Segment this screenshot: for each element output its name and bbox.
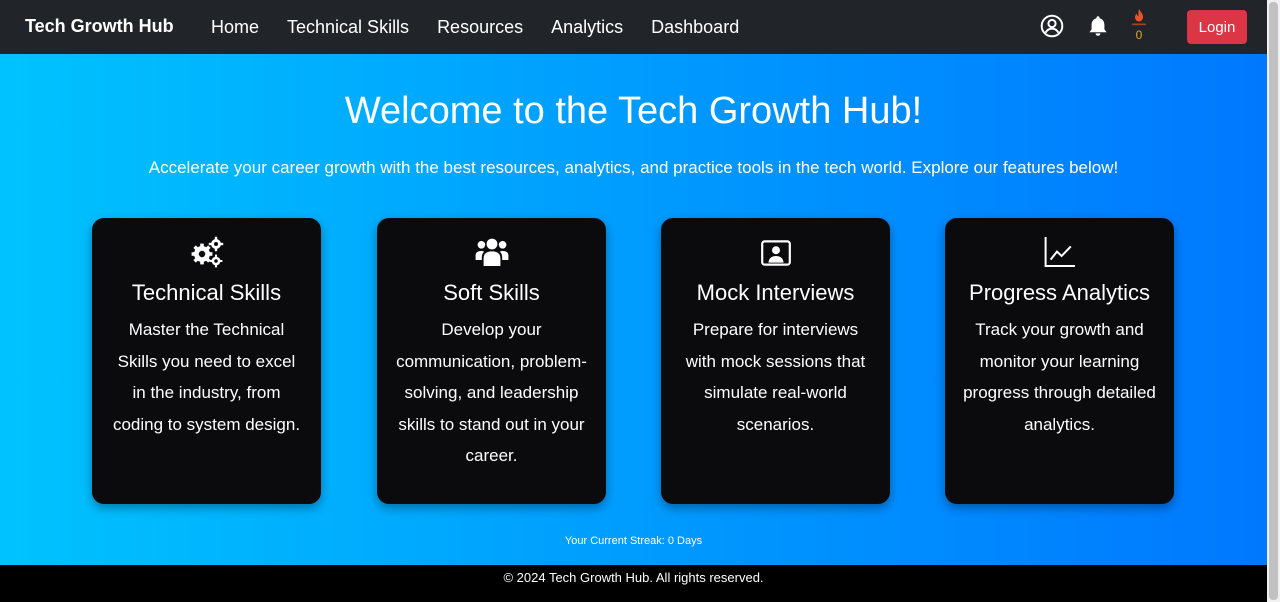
nav-link-home[interactable]: Home bbox=[197, 0, 273, 54]
card-description: Prepare for interviews with mock session… bbox=[685, 320, 866, 434]
nav-link-technical-skills[interactable]: Technical Skills bbox=[273, 0, 423, 54]
gears-icon bbox=[92, 236, 321, 270]
card-progress-analytics[interactable]: Progress Analytics Track your growth and… bbox=[945, 218, 1174, 504]
card-mock-interviews[interactable]: Mock Interviews Prepare for interviews w… bbox=[661, 218, 890, 504]
card-description: Master the Technical Skills you need to … bbox=[112, 320, 301, 434]
flame-icon bbox=[1132, 9, 1146, 26]
card-soft-skills[interactable]: Soft Skills Develop your communication, … bbox=[377, 218, 606, 504]
bell-icon[interactable] bbox=[1086, 14, 1110, 38]
copyright-text: © 2024 Tech Growth Hub. All rights reser… bbox=[503, 570, 764, 585]
card-description: Develop your communication, problem-solv… bbox=[396, 320, 587, 466]
streak-indicator[interactable]: 0 bbox=[1128, 8, 1150, 44]
page-title: Welcome to the Tech Growth Hub! bbox=[344, 90, 923, 132]
line-chart-icon bbox=[945, 236, 1174, 270]
nav-links: Home Technical Skills Resources Analytic… bbox=[197, 0, 753, 54]
card-technical-skills[interactable]: Technical Skills Master the Technical Sk… bbox=[92, 218, 321, 504]
hero-section: Welcome to the Tech Growth Hub! Accelera… bbox=[0, 54, 1267, 565]
login-button[interactable]: Login bbox=[1187, 10, 1247, 44]
navbar: Tech Growth Hub Home Technical Skills Re… bbox=[0, 0, 1267, 54]
hero-subtitle: Accelerate your career growth with the b… bbox=[148, 158, 1119, 177]
nav-link-dashboard[interactable]: Dashboard bbox=[637, 0, 753, 54]
card-title: Progress Analytics bbox=[969, 280, 1150, 305]
streak-text: Your Current Streak: 0 Days bbox=[564, 535, 703, 547]
vertical-scrollbar[interactable] bbox=[1267, 0, 1280, 602]
card-description: Track your growth and monitor your learn… bbox=[963, 320, 1156, 434]
card-title: Mock Interviews bbox=[696, 280, 855, 305]
user-circle-icon[interactable] bbox=[1040, 14, 1064, 38]
users-icon bbox=[377, 236, 606, 270]
card-title: Technical Skills bbox=[131, 280, 282, 305]
footer: © 2024 Tech Growth Hub. All rights reser… bbox=[0, 565, 1267, 602]
brand-link[interactable]: Tech Growth Hub bbox=[25, 16, 174, 37]
scrollbar-thumb[interactable] bbox=[1269, 2, 1278, 600]
nav-link-analytics[interactable]: Analytics bbox=[537, 0, 637, 54]
nav-link-resources[interactable]: Resources bbox=[423, 0, 537, 54]
streak-count: 0 bbox=[1135, 28, 1143, 42]
card-title: Soft Skills bbox=[443, 280, 540, 305]
id-card-icon bbox=[661, 236, 890, 270]
